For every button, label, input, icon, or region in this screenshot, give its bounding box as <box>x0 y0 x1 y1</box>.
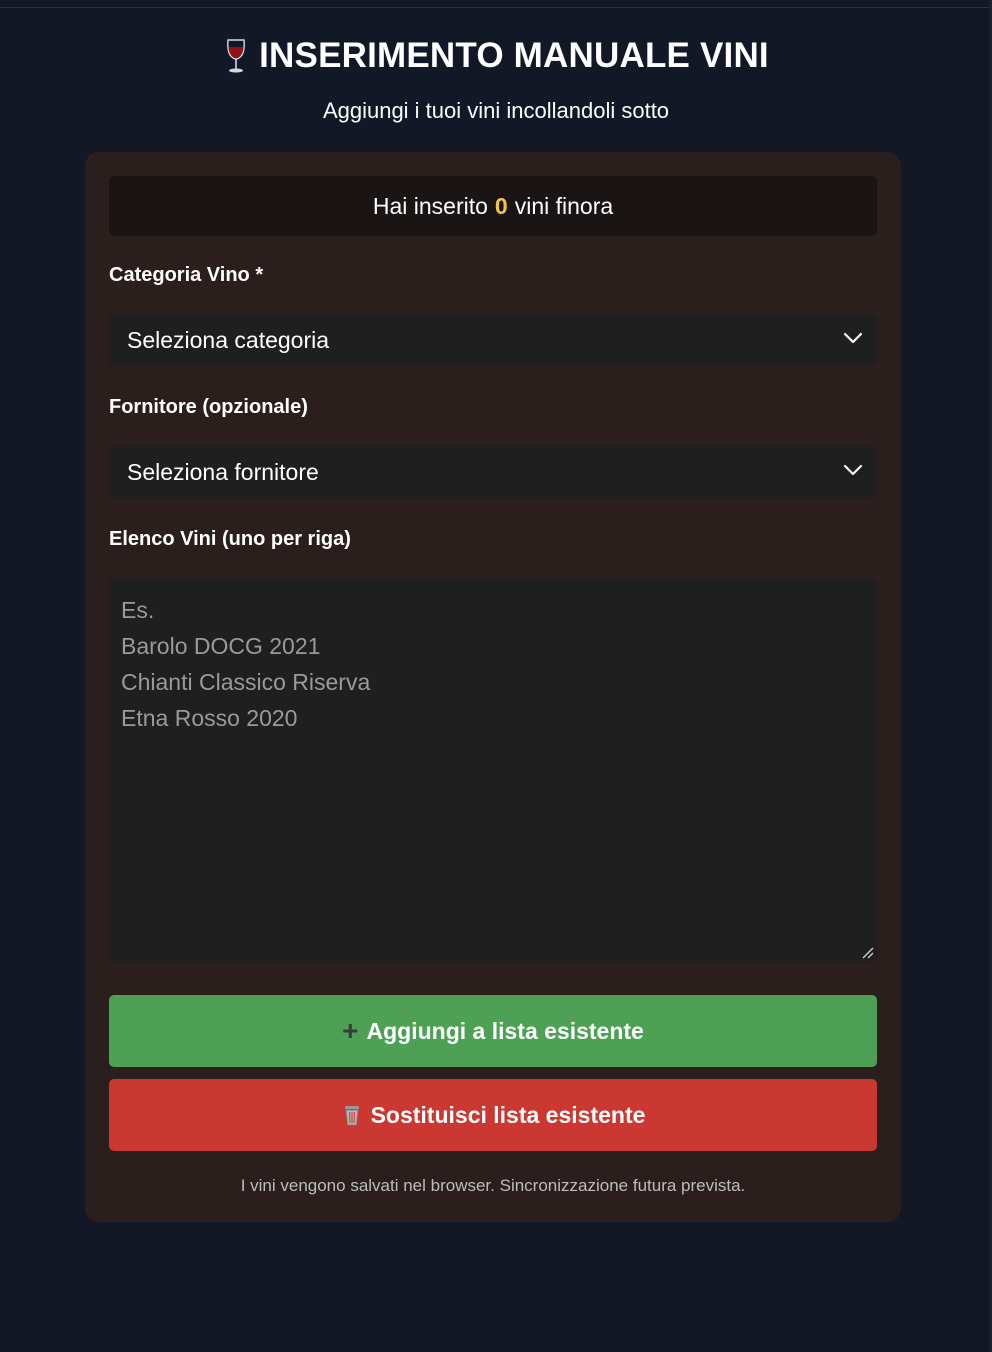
window-top-border <box>0 0 992 8</box>
resize-handle-icon[interactable] <box>861 946 875 960</box>
page-title: INSERIMENTO MANUALE VINI <box>259 36 769 75</box>
placeholder-line: Barolo DOCG 2021 <box>121 633 321 659</box>
wines-list-textarea[interactable]: Es. Barolo DOCG 2021 Chianti Classico Ri… <box>109 578 877 962</box>
supplier-select-value: Seleziona fornitore <box>127 458 319 485</box>
replace-list-label: Sostituisci lista esistente <box>370 1101 646 1128</box>
trash-icon <box>344 1106 359 1126</box>
category-select[interactable]: Seleziona categoria <box>109 314 877 366</box>
category-label: Categoria Vino * <box>109 264 264 286</box>
wine-glass-icon <box>227 39 246 73</box>
form-card: Hai inserito 0 vini finora Categoria Vin… <box>85 152 901 1222</box>
counter-prefix: Hai inserito <box>372 192 488 219</box>
wines-list-label: Elenco Vini (uno per riga) <box>109 528 351 550</box>
wine-counter-banner: Hai inserito 0 vini finora <box>109 176 877 236</box>
add-to-list-button[interactable]: + Aggiungi a lista esistente <box>109 995 877 1067</box>
replace-list-button[interactable]: Sostituisci lista esistente <box>109 1079 877 1151</box>
supplier-label: Fornitore (opzionale) <box>109 396 308 418</box>
counter-value: 0 <box>494 192 508 219</box>
chevron-down-icon <box>843 464 863 476</box>
storage-footnote: I vini vengono salvati nel browser. Sinc… <box>240 1176 746 1195</box>
placeholder-line: Es. <box>121 597 155 623</box>
chevron-down-icon <box>843 332 863 344</box>
counter-suffix: vini finora <box>514 192 614 219</box>
page-header: INSERIMENTO MANUALE VINI Aggiungi i tuoi… <box>0 34 992 124</box>
page-subtitle: Aggiungi i tuoi vini incollandoli sotto <box>322 98 670 123</box>
supplier-select[interactable]: Seleziona fornitore <box>109 446 877 498</box>
placeholder-line: Chianti Classico Riserva <box>121 669 371 695</box>
placeholder-line: Etna Rosso 2020 <box>121 705 298 731</box>
title-row: INSERIMENTO MANUALE VINI <box>0 34 992 78</box>
category-select-value: Seleziona categoria <box>127 326 330 353</box>
add-to-list-label: Aggiungi a lista esistente <box>366 1017 644 1044</box>
plus-icon: + <box>342 1015 359 1046</box>
